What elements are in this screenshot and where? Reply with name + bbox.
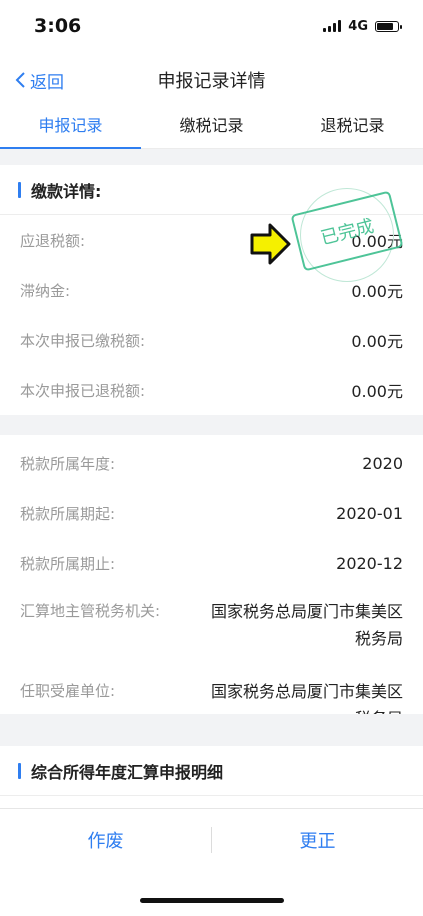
section-marker [18,762,21,779]
page-title: 申报记录详情 [157,71,266,92]
row-label: 税款所属年度: [20,454,116,473]
row-tax-authority: 汇算地主管税务机关: 国家税务总局厦门市集美区税务局 [0,588,423,668]
row-label: 税款所属期止: [20,554,116,573]
row-value: 国家税务总局厦门市集美区税务局 [211,602,404,648]
back-label: 返回 [30,72,64,93]
row-value: 0.00元 [351,382,403,401]
annual-detail-heading-text: 综合所得年度汇算申报明细 [31,762,224,782]
home-indicator [140,898,284,903]
chevron-left-icon [15,72,25,88]
row-label: 税款所属期起: [20,504,116,523]
row-employer: 任职受雇单位: 国家税务总局厦门市集美区税务局 [0,668,423,714]
status-icons: 4G [323,18,402,34]
row-paid-tax: 本次申报已缴税额: 0.00元 [0,315,423,365]
row-period-start: 税款所属期起: 2020-01 [0,488,423,538]
row-label: 汇算地主管税务机关: [20,602,161,620]
section-marker [18,181,21,198]
tab-bar: 申报记录 缴税记录 退税记录 [0,108,423,149]
annual-detail-heading[interactable]: 综合所得年度汇算申报明细 [0,746,423,796]
bottom-action-bar: 作废 更正 [0,808,423,871]
row-label: 本次申报已缴税额: [20,331,146,350]
status-bar: 3:06 4G [0,0,423,52]
correct-button[interactable]: 更正 [212,827,423,853]
void-button[interactable]: 作废 [0,827,211,853]
section-gap [0,714,423,746]
row-value: 2020-12 [336,553,403,573]
network-label: 4G [348,18,368,34]
tab-payment-records[interactable]: 缴税记录 [141,108,282,148]
row-value: 2020-01 [336,503,403,523]
row-period-end: 税款所属期止: 2020-12 [0,538,423,588]
battery-icon [375,20,402,32]
status-time: 3:06 [34,15,82,37]
nav-bar: 返回 申报记录详情 [0,52,423,108]
back-button[interactable]: 返回 [14,52,64,108]
section-gap [0,149,423,165]
tab-refund-records[interactable]: 退税记录 [282,108,423,148]
row-refunded-tax: 本次申报已退税额: 0.00元 [0,365,423,415]
row-value: 0.00元 [351,282,403,301]
arrow-right-icon [250,223,291,265]
row-label: 任职受雇单位: [20,682,116,700]
row-tax-year: 税款所属年度: 2020 [0,438,423,488]
tab-declaration-records[interactable]: 申报记录 [0,108,141,149]
row-label: 本次申报已退税额: [20,381,146,400]
row-label: 滞纳金: [20,281,71,300]
signal-icon [323,20,342,32]
payment-heading-text: 缴款详情: [31,181,102,201]
section-gap [0,415,423,435]
row-value: 国家税务总局厦门市集美区税务局 [211,682,404,714]
row-value: 2020 [362,453,403,473]
row-value: 0.00元 [351,332,403,351]
row-label: 应退税额: [20,231,86,250]
